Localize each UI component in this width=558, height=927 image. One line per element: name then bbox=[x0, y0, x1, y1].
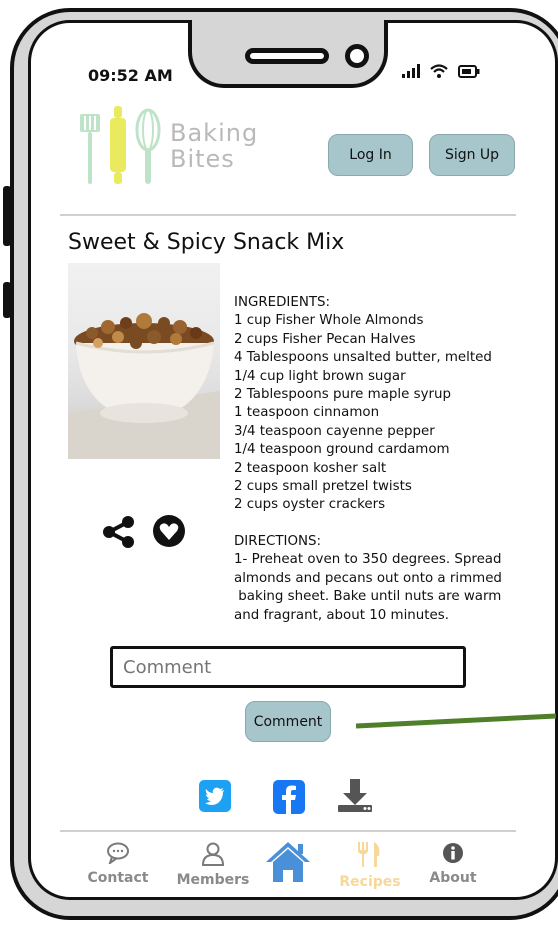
nav-label: Members bbox=[176, 872, 250, 888]
snack-bowl-image bbox=[68, 313, 220, 459]
ingredient-item: 2 teaspoon kosher salt bbox=[234, 460, 387, 476]
download-icon[interactable] bbox=[336, 777, 374, 813]
nav-label: Recipes bbox=[339, 874, 401, 890]
speaker-grille bbox=[245, 48, 329, 64]
favorite-heart-icon[interactable] bbox=[152, 514, 186, 548]
nav-about[interactable]: About bbox=[411, 842, 495, 886]
recipe-title: Sweet & Spicy Snack Mix bbox=[68, 230, 345, 255]
ingredient-item: 2 cups oyster crackers bbox=[234, 497, 386, 513]
twitter-icon[interactable] bbox=[199, 780, 231, 812]
facebook-icon[interactable] bbox=[273, 780, 305, 814]
nav-members[interactable]: Members bbox=[171, 842, 255, 888]
nav-contact[interactable]: Contact bbox=[76, 842, 160, 886]
home-icon bbox=[266, 842, 310, 882]
signup-button[interactable]: Sign Up bbox=[429, 134, 515, 176]
signal-icon bbox=[402, 64, 420, 78]
footer-divider bbox=[60, 830, 516, 832]
utensils-icon bbox=[358, 842, 380, 867]
status-icons bbox=[402, 64, 480, 78]
nav-label: Contact bbox=[87, 870, 149, 886]
nav-recipes[interactable]: Recipes bbox=[328, 842, 412, 890]
header-divider bbox=[60, 214, 516, 216]
ingredient-item: 2 cups Fisher Pecan Halves bbox=[234, 331, 416, 347]
app-logo[interactable]: Baking Bites bbox=[78, 106, 258, 186]
directions-section: DIRECTIONS: 1- Preheat oven to 350 degre… bbox=[234, 533, 502, 625]
wifi-icon bbox=[430, 64, 448, 78]
logo-line2: Bites bbox=[170, 145, 235, 173]
directions-heading: DIRECTIONS: bbox=[234, 534, 322, 549]
ingredient-item: 2 Tablespoons pure maple syrup bbox=[234, 387, 452, 403]
baking-tools-icon bbox=[80, 106, 161, 184]
logo-line1: Baking bbox=[170, 119, 259, 147]
ingredient-item: 2 cups small pretzel twists bbox=[234, 479, 412, 495]
ingredient-item: 3/4 teaspoon cayenne pepper bbox=[234, 423, 435, 439]
info-icon bbox=[443, 843, 463, 863]
status-time: 09:52 AM bbox=[88, 66, 173, 85]
directions-line: and fragrant, about 10 minutes. bbox=[234, 607, 449, 623]
ingredient-item: 1 teaspoon cinnamon bbox=[234, 405, 380, 421]
person-icon bbox=[201, 842, 225, 866]
chat-bubble-icon bbox=[107, 842, 129, 866]
comment-submit-button[interactable]: Comment bbox=[245, 701, 331, 742]
volume-button bbox=[3, 186, 11, 246]
ingredient-item: 4 Tablespoons unsalted butter, melted bbox=[234, 350, 492, 366]
ingredient-item: 1/4 cup light brown sugar bbox=[234, 368, 406, 384]
directions-line: baking sheet. Bake until nuts are warm bbox=[234, 589, 502, 605]
ingredients-section: INGREDIENTS: 1 cup Fisher Whole Almonds … bbox=[234, 294, 492, 515]
front-camera bbox=[345, 44, 369, 68]
ingredient-item: 1/4 teaspoon ground cardamom bbox=[234, 442, 450, 458]
ingredient-item: 1 cup Fisher Whole Almonds bbox=[234, 313, 424, 329]
login-button[interactable]: Log In bbox=[328, 134, 413, 176]
logo-text: Baking Bites bbox=[162, 120, 258, 172]
annotation-arrow bbox=[356, 713, 556, 729]
nav-home[interactable] bbox=[246, 840, 330, 888]
battery-icon bbox=[458, 65, 480, 78]
directions-line: 1- Preheat oven to 350 degrees. Spread bbox=[234, 552, 502, 568]
ingredients-heading: INGREDIENTS: bbox=[234, 295, 331, 310]
share-icon[interactable] bbox=[102, 515, 136, 549]
directions-line: almonds and pecans out onto a rimmed bbox=[234, 570, 502, 586]
power-button bbox=[3, 282, 11, 318]
nav-label: About bbox=[429, 870, 477, 886]
comment-input[interactable] bbox=[110, 646, 466, 688]
recipe-photo bbox=[68, 263, 220, 459]
